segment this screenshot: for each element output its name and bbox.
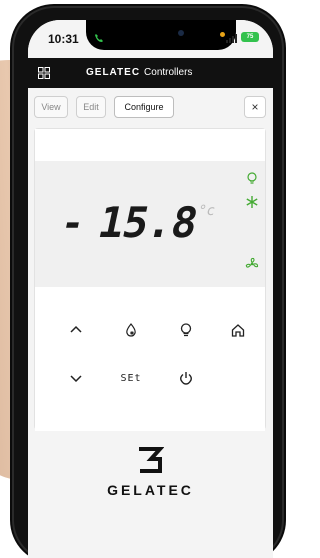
set-button[interactable]: SEt [118, 365, 144, 391]
lightbulb-icon [180, 323, 192, 337]
controller-panel: - 15.8 °c SEt [34, 128, 266, 431]
controller-keypad: SEt [35, 287, 265, 431]
temperature-unit: °c [196, 203, 217, 219]
close-button[interactable]: × [244, 96, 266, 118]
tab-edit[interactable]: Edit [76, 96, 106, 118]
temperature-reading: - 15.8 °c [60, 198, 217, 247]
signal-icon [226, 34, 237, 43]
light-button[interactable] [173, 317, 199, 343]
mode-toolbar: View Edit Configure × [34, 96, 266, 120]
phone-screen: 10:31 75 GELATEC Controllers View Edit C… [28, 20, 273, 558]
tab-view[interactable]: View [34, 96, 68, 118]
app-title: GELATEC Controllers [86, 67, 192, 78]
app-header: GELATEC Controllers [28, 58, 273, 88]
apps-grid-icon[interactable] [38, 67, 50, 79]
down-button[interactable] [63, 365, 89, 391]
app-subtitle: Controllers [144, 67, 193, 78]
temperature-display: - 15.8 °c [35, 161, 265, 287]
status-bar: 10:31 75 [28, 20, 273, 58]
dynamic-island [86, 20, 236, 50]
defrost-drop-icon [126, 323, 136, 337]
snowflake-indicator-icon [245, 195, 259, 209]
notification-dot [220, 32, 225, 37]
defrost-button[interactable] [118, 317, 144, 343]
camera-dot [178, 30, 184, 36]
power-button[interactable] [173, 365, 199, 391]
panel-header-area [35, 129, 265, 161]
app-brand: GELATEC [86, 67, 141, 78]
fan-indicator-icon [245, 257, 259, 271]
home-button[interactable] [225, 317, 251, 343]
battery-icon: 75 [241, 32, 259, 42]
power-icon [180, 372, 192, 385]
status-time: 10:31 [48, 32, 79, 46]
tab-configure[interactable]: Configure [114, 96, 174, 118]
up-button[interactable] [63, 317, 89, 343]
phone-call-icon [94, 30, 104, 42]
set-label: SEt [120, 372, 142, 384]
home-icon [231, 324, 245, 337]
battery-level: 75 [246, 34, 254, 40]
temperature-value: 15.8 [93, 198, 202, 247]
chevron-down-icon [70, 375, 82, 383]
gelatec-logo-icon [139, 447, 164, 473]
chevron-up-icon [70, 325, 82, 333]
temperature-sign: - [60, 201, 86, 245]
light-indicator-icon [245, 171, 259, 185]
gelatec-logo-text: GELATEC [107, 482, 194, 498]
